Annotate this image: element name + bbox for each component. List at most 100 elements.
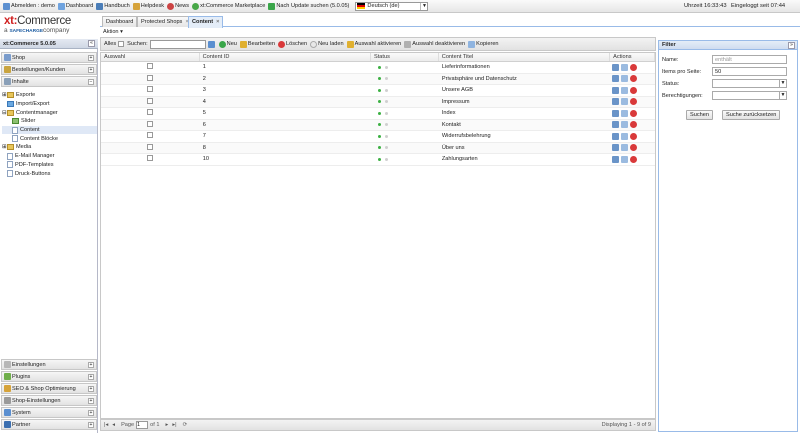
row-checkbox[interactable] bbox=[147, 120, 153, 127]
filter-status-select[interactable]: ▼ bbox=[712, 79, 787, 88]
table-row[interactable]: 2 Privatsphäre und Datenschutz bbox=[101, 73, 655, 85]
tree-item-contentmanager[interactable]: ⊟ Contentmanager bbox=[2, 108, 97, 117]
copy-row-icon[interactable] bbox=[621, 98, 629, 106]
status-inactive-icon[interactable] bbox=[385, 100, 389, 104]
column-header-status[interactable]: Status bbox=[371, 53, 439, 61]
tree-item-content[interactable]: Content bbox=[2, 125, 97, 135]
copy-row-icon[interactable] bbox=[621, 86, 629, 94]
row-checkbox[interactable] bbox=[147, 86, 153, 93]
copy-row-icon[interactable] bbox=[621, 144, 629, 152]
filter-name-input[interactable]: enthält bbox=[712, 55, 787, 64]
status-inactive-icon[interactable] bbox=[385, 111, 389, 115]
close-icon[interactable]: × bbox=[216, 19, 219, 25]
activate-selection-button[interactable]: Auswahl aktivieren bbox=[346, 40, 401, 48]
nav-section-shop[interactable]: Shop + bbox=[1, 52, 97, 63]
status-inactive-icon[interactable] bbox=[385, 157, 389, 161]
dashboard-link[interactable]: Dashboard bbox=[57, 2, 93, 10]
status-active-icon[interactable] bbox=[378, 146, 382, 150]
delete-row-icon[interactable] bbox=[630, 144, 638, 152]
status-active-icon[interactable] bbox=[378, 111, 382, 115]
row-checkbox[interactable] bbox=[147, 97, 153, 104]
delete-row-icon[interactable] bbox=[630, 98, 638, 106]
status-active-icon[interactable] bbox=[378, 65, 382, 69]
logout-link[interactable]: Abmelden : demo bbox=[3, 2, 55, 10]
edit-row-icon[interactable] bbox=[612, 132, 620, 140]
row-checkbox[interactable] bbox=[147, 74, 153, 81]
edit-row-icon[interactable] bbox=[612, 109, 620, 117]
nav-section-orders[interactable]: Bestellungen/Kunden + bbox=[1, 64, 97, 75]
delete-row-icon[interactable] bbox=[630, 132, 638, 140]
delete-row-icon[interactable] bbox=[630, 121, 638, 129]
table-row[interactable]: 5 Index bbox=[101, 108, 655, 120]
handbook-link[interactable]: Handbuch bbox=[96, 2, 130, 10]
status-inactive-icon[interactable] bbox=[385, 123, 389, 127]
items-per-page-input[interactable]: 50 bbox=[712, 67, 787, 76]
page-input[interactable] bbox=[136, 421, 149, 429]
copy-row-icon[interactable] bbox=[621, 121, 629, 129]
row-checkbox[interactable] bbox=[147, 155, 153, 162]
tree-item-media[interactable]: ⊞ Media bbox=[2, 143, 97, 152]
delete-row-icon[interactable] bbox=[630, 63, 638, 71]
nav-section-shop-settings[interactable]: Shop-Einstellungen + bbox=[1, 395, 97, 406]
nav-section-settings[interactable]: Einstellungen + bbox=[1, 359, 97, 370]
copy-row-icon[interactable] bbox=[621, 63, 629, 71]
new-button[interactable]: Neu bbox=[218, 40, 237, 48]
nav-section-system[interactable]: System + bbox=[1, 407, 97, 418]
edit-button[interactable]: Bearbeiten bbox=[239, 40, 275, 48]
filter-search-button[interactable]: Suchen bbox=[686, 110, 713, 120]
select-all-checkbox[interactable] bbox=[118, 41, 125, 47]
search-input[interactable] bbox=[149, 39, 206, 49]
nav-section-seo[interactable]: SEO & Shop Optimierung + bbox=[1, 383, 97, 394]
column-header-title[interactable]: Content Titel bbox=[439, 53, 611, 61]
action-menu[interactable]: Aktion ▾ bbox=[103, 29, 123, 35]
edit-row-icon[interactable] bbox=[612, 98, 620, 106]
tree-item-exporte[interactable]: ⊞ Exporte bbox=[2, 91, 97, 100]
table-row[interactable]: 10 Zahlungsarten bbox=[101, 154, 655, 166]
column-header-content-id[interactable]: Content ID bbox=[200, 53, 372, 61]
tree-item-slider[interactable]: Slider bbox=[2, 117, 97, 126]
tree-item-import-export[interactable]: Import/Export bbox=[2, 100, 97, 109]
status-active-icon[interactable] bbox=[378, 157, 382, 161]
news-link[interactable]: News bbox=[167, 2, 189, 10]
status-inactive-icon[interactable] bbox=[385, 88, 389, 92]
table-row[interactable]: 8 Über uns bbox=[101, 142, 655, 154]
table-row[interactable]: 4 Impressum bbox=[101, 96, 655, 108]
copy-row-icon[interactable] bbox=[621, 109, 629, 117]
status-inactive-icon[interactable] bbox=[385, 134, 389, 138]
status-active-icon[interactable] bbox=[378, 100, 382, 104]
status-active-icon[interactable] bbox=[378, 88, 382, 92]
row-checkbox[interactable] bbox=[147, 63, 153, 70]
search-icon[interactable] bbox=[207, 40, 215, 48]
status-inactive-icon[interactable] bbox=[385, 77, 389, 81]
nav-section-plugins[interactable]: Plugins + bbox=[1, 371, 97, 382]
row-checkbox[interactable] bbox=[147, 132, 153, 139]
collapse-panel-icon[interactable]: « bbox=[88, 40, 95, 47]
helpdesk-link[interactable]: Helpdesk bbox=[132, 2, 164, 10]
status-inactive-icon[interactable] bbox=[385, 65, 389, 69]
copy-button[interactable]: Kopieren bbox=[468, 40, 499, 48]
filter-reset-button[interactable]: Suche zurücksetzen bbox=[722, 110, 781, 120]
copy-row-icon[interactable] bbox=[621, 155, 629, 163]
filter-rights-select[interactable]: ▼ bbox=[712, 91, 787, 100]
copy-row-icon[interactable] bbox=[621, 75, 629, 83]
status-inactive-icon[interactable] bbox=[385, 146, 389, 150]
table-row[interactable]: 6 Kontakt bbox=[101, 119, 655, 131]
table-row[interactable]: 7 Widerrufsbelehrung bbox=[101, 131, 655, 143]
row-checkbox[interactable] bbox=[147, 143, 153, 150]
nav-section-partner[interactable]: Partner + bbox=[1, 419, 97, 430]
delete-row-icon[interactable] bbox=[630, 109, 638, 117]
status-active-icon[interactable] bbox=[378, 77, 382, 81]
row-checkbox[interactable] bbox=[147, 109, 153, 116]
language-select[interactable]: Deutsch (de) ▼ bbox=[355, 1, 429, 11]
tree-item-print-buttons[interactable]: Druck-Buttons bbox=[2, 169, 97, 178]
refresh-icon[interactable]: ⟳ bbox=[183, 422, 188, 428]
edit-row-icon[interactable] bbox=[612, 75, 620, 83]
marketplace-link[interactable]: xt:Commerce Marketplace bbox=[192, 2, 265, 10]
nav-section-content[interactable]: Inhalte − bbox=[1, 76, 97, 87]
last-page-icon[interactable]: ▸| bbox=[172, 422, 176, 428]
delete-row-icon[interactable] bbox=[630, 155, 638, 163]
update-check-link[interactable]: Nach Update suchen (5.0.05) bbox=[268, 2, 349, 10]
tab-protected-shops[interactable]: Protected Shops × bbox=[137, 16, 193, 27]
edit-row-icon[interactable] bbox=[612, 63, 620, 71]
column-header-select[interactable]: Auswahl bbox=[101, 53, 200, 61]
